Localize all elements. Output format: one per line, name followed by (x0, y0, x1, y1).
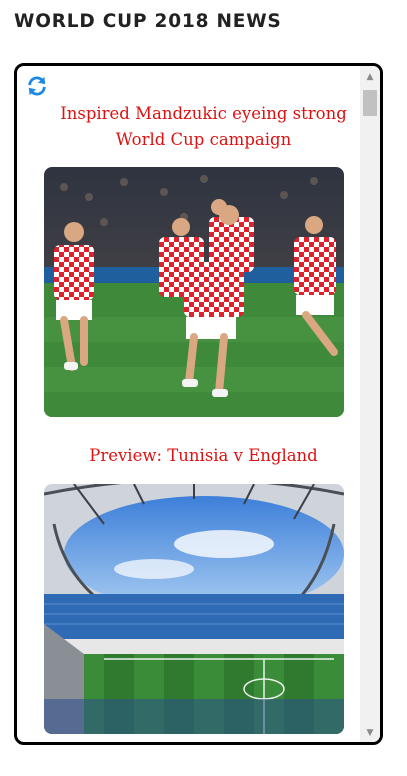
scroll-thumb[interactable] (363, 90, 377, 116)
refresh-icon[interactable] (26, 75, 48, 97)
news-headline-1[interactable]: Inspired Mandzukic eyeing strong World C… (47, 101, 360, 153)
stadium-interior-photo[interactable] (44, 484, 344, 734)
news-widget: Inspired Mandzukic eyeing strong World C… (14, 63, 383, 745)
scroll-down-arrow-icon[interactable]: ▼ (360, 724, 380, 742)
news-feed[interactable]: Inspired Mandzukic eyeing strong World C… (17, 66, 360, 742)
page-title: WORLD CUP 2018 NEWS (14, 11, 282, 32)
news-headline-2[interactable]: Preview: Tunisia v England (47, 443, 360, 469)
scrollbar[interactable]: ▲ ▼ (360, 66, 380, 742)
croatia-players-celebrating-photo[interactable] (44, 167, 344, 417)
scroll-up-arrow-icon[interactable]: ▲ (360, 68, 380, 86)
